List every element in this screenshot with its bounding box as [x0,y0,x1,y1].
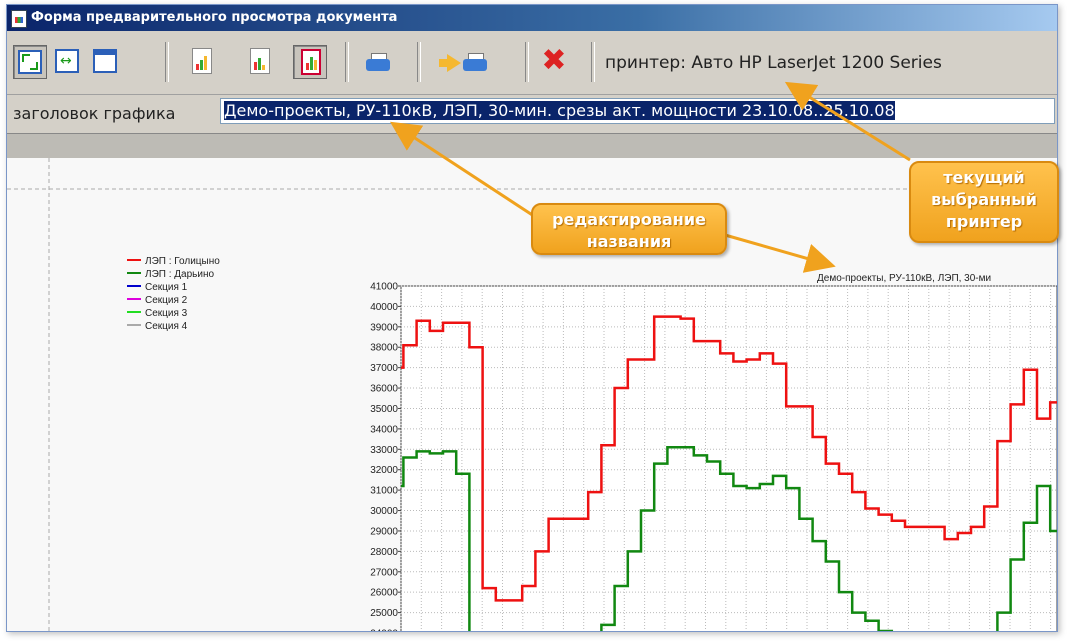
chart-doc-icon [301,49,321,75]
window-title: Форма предварительного просмотра докумен… [31,10,398,25]
y-tick-label: 27000 [370,567,398,578]
fit-width-icon [55,49,79,73]
chart-title-label: заголовок графика [13,104,176,123]
fit-width-button[interactable] [51,45,85,79]
app-icon [11,10,27,28]
preview-header-bar [7,133,1057,159]
current-printer-label: принтер: Авто HP LaserJet 1200 Series [605,53,942,73]
close-icon: ✖ [541,43,567,78]
y-tick-label: 39000 [370,322,398,333]
y-tick-label: 31000 [370,486,398,497]
print-button[interactable] [361,45,395,79]
y-tick-label: 37000 [370,363,398,374]
chart-title: Демо-проекты, РУ-110кВ, ЛЭП, 30-ми [817,273,991,284]
y-tick-label: 28000 [370,547,398,558]
y-tick-label: 41000 [370,282,398,293]
legend-label: ЛЭП : Дарьино [145,269,214,280]
legend-label: Секция 1 [145,282,188,293]
y-tick-label: 38000 [370,343,398,354]
toolbar-separator [165,42,169,82]
page-icon [93,49,117,73]
callout-current-printer: текущий выбранный принтер [909,161,1059,243]
legend-label: Секция 4 [145,321,188,332]
normal-size-button[interactable] [89,45,123,79]
toolbar: ✖ принтер: Авто HP LaserJet 1200 Series [7,32,1057,95]
legend-label: Секция 3 [145,308,188,319]
chart-title-value: Демо-проекты, РУ-110кВ, ЛЭП, 30-мин. сре… [224,101,895,120]
chart-page-1-button[interactable] [185,45,219,79]
close-button[interactable]: ✖ [537,45,571,79]
preview-window: Форма предварительного просмотра докумен… [6,4,1058,632]
plot-area [400,285,1057,631]
toolbar-separator [417,42,421,82]
y-tick-label: 29000 [370,526,398,537]
toolbar-separator [345,42,349,82]
y-tick-label: 30000 [370,506,398,517]
callout-edit-title: редактирование названия [531,203,727,255]
y-tick-label: 24000 [370,629,398,632]
print-to-button[interactable] [435,45,489,79]
chart-page-3-button[interactable] [293,45,327,79]
y-tick-label: 34000 [370,424,398,435]
printer-icon [366,53,390,71]
y-tick-label: 36000 [370,384,398,395]
y-tick-label: 26000 [370,588,398,599]
chart-title-input[interactable]: Демо-проекты, РУ-110кВ, ЛЭП, 30-мин. сре… [220,98,1055,124]
fit-page-icon [18,50,42,74]
chart-doc-icon [250,48,270,74]
chart-title-row: заголовок графика Демо-проекты, РУ-110кВ… [7,95,1057,129]
y-tick-label: 25000 [370,608,398,619]
legend-label: ЛЭП : Голицыно [145,256,220,267]
y-tick-label: 32000 [370,465,398,476]
title-bar[interactable]: Форма предварительного просмотра докумен… [7,5,1057,31]
legend-label: Секция 2 [145,295,188,306]
y-tick-label: 40000 [370,302,398,313]
toolbar-separator [525,42,529,82]
y-tick-label: 33000 [370,445,398,456]
toolbar-separator [591,42,595,82]
y-tick-label: 35000 [370,404,398,415]
chart-page-2-button[interactable] [243,45,277,79]
fit-whole-page-button[interactable] [13,45,47,79]
chart-doc-icon [192,48,212,74]
